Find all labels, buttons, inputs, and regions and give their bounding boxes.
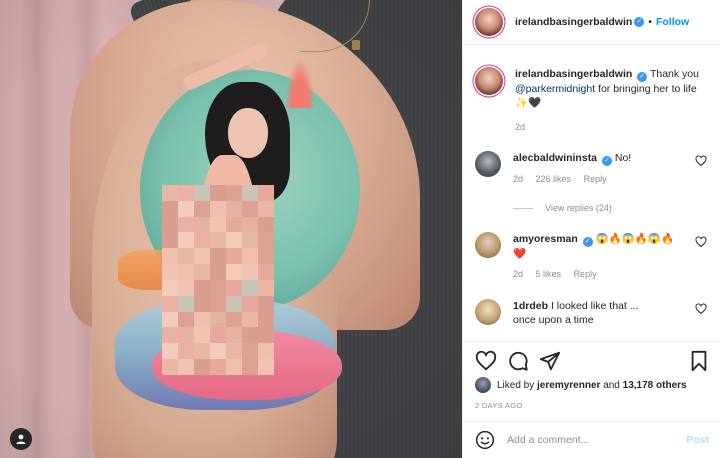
comment-list[interactable]: irelandbasingerbaldwin ✓ Thank you @park… [463,45,720,341]
view-replies-label[interactable]: View replies (24) [545,203,612,213]
caption: irelandbasingerbaldwin ✓ Thank you @park… [475,67,709,134]
comment-body: 1drdeb I looked like that ... once upon … [513,299,709,327]
post-image[interactable] [0,0,462,458]
likes-count[interactable]: 13,178 others [623,380,687,391]
comment-likes[interactable]: 5 likes [536,269,562,279]
comment-text-line2: ❤️ [513,248,527,260]
like-comment-heart-icon[interactable] [695,155,707,167]
likes-summary: Liked by jeremyrenner and 13,178 others [475,377,687,393]
comment-item: amyoresman ✓ 😱🔥😱🔥😱🔥 ❤️ 2d 5 likes Reply [475,232,709,281]
post-header: irelandbasingerbaldwin ✓ • Follow [463,0,720,45]
likes-and: and [603,379,620,391]
view-replies-button[interactable]: View replies (24) [513,203,612,213]
caption-emoji: ✨🖤 [515,97,542,109]
commenter-username[interactable]: 1drdeb [513,300,548,312]
likes-prefix: Liked by [497,379,535,391]
comment-text: No! [614,152,632,164]
caption-mention[interactable]: @parkermidnight [515,83,595,95]
verified-badge-icon: ✓ [601,156,612,166]
comment-age[interactable]: 2d [513,174,523,184]
comment-likes[interactable]: 226 likes [536,174,572,184]
post-actions: Liked by jeremyrenner and 13,178 others … [463,341,720,411]
verified-badge-icon: ✓ [634,17,645,27]
share-send-icon[interactable] [539,350,561,372]
comment-bubble-icon[interactable] [507,350,529,372]
reply-button[interactable]: Reply [584,174,607,184]
comment-text: I looked like that ... [550,300,639,312]
like-comment-heart-icon[interactable] [695,236,707,248]
emoji-smiley-icon[interactable] [475,430,495,450]
caption-text: Thank you [649,68,699,80]
save-bookmark-icon[interactable] [689,350,709,372]
like-heart-icon[interactable] [475,350,497,372]
commenter-avatar[interactable] [475,232,501,258]
separator: • [648,16,652,28]
verified-badge-icon: ✓ [637,72,648,82]
comment-age[interactable]: 2d [513,269,523,279]
reply-button[interactable]: Reply [574,269,597,279]
like-comment-heart-icon[interactable] [695,303,707,315]
liker-username[interactable]: jeremyrenner [537,380,600,391]
post-date[interactable]: 2 DAYS AGO [475,401,522,410]
add-comment-bar: Post [463,421,720,458]
post-comment-button[interactable]: Post [686,434,709,446]
comment-item: 1drdeb I looked like that ... once upon … [475,299,709,327]
user-icon [16,434,26,444]
commenter-avatar[interactable] [475,151,501,177]
caption-avatar[interactable] [475,67,503,95]
author-username[interactable]: irelandbasingerbaldwin [515,16,632,28]
commenter-avatar[interactable] [475,299,501,325]
vignette [0,0,462,458]
post-sidebar: irelandbasingerbaldwin ✓ • Follow irelan… [462,0,720,458]
tagged-users-button[interactable] [10,428,32,450]
comment-input[interactable] [507,434,687,446]
commenter-username[interactable]: alecbaldwininsta [513,152,597,164]
comment-text: 😱🔥😱🔥😱🔥 [595,233,675,245]
comment-item: alecbaldwininsta ✓ No! 2d 226 likes Repl… [475,151,709,186]
caption-text-continued: for bringing her to life [598,83,697,95]
follow-button[interactable]: Follow [656,16,689,28]
comment-text-line2: once upon a time [513,314,594,326]
caption-age[interactable]: 2d [515,122,525,132]
author-avatar[interactable] [475,8,503,36]
replies-divider [513,207,533,209]
commenter-username[interactable]: amyoresman [513,233,578,245]
caption-username[interactable]: irelandbasingerbaldwin [515,68,632,80]
comment-body: alecbaldwininsta ✓ No! 2d 226 likes Repl… [513,151,709,186]
comment-body: amyoresman ✓ 😱🔥😱🔥😱🔥 ❤️ 2d 5 likes Reply [513,232,709,281]
caption-body: irelandbasingerbaldwin ✓ Thank you @park… [515,67,709,134]
liker-avatar[interactable] [475,377,491,393]
verified-badge-icon: ✓ [582,237,593,247]
